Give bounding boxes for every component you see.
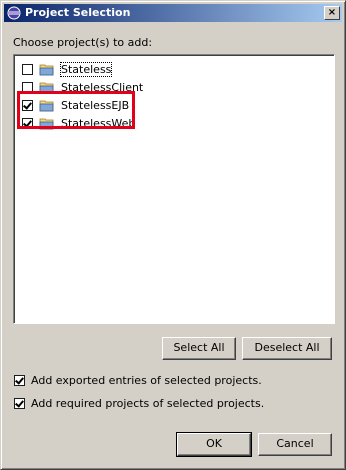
dialog-title: Project Selection <box>25 6 131 19</box>
ok-label: OK <box>206 437 222 450</box>
highlight-annotation-box <box>17 91 135 129</box>
select-all-button[interactable]: Select All <box>162 337 236 360</box>
cancel-label: Cancel <box>276 437 314 450</box>
ok-button[interactable]: OK <box>176 432 252 457</box>
deselect-all-label: Deselect All <box>254 341 320 354</box>
close-icon: × <box>327 7 337 18</box>
list-item[interactable]: Stateless <box>22 60 113 78</box>
folder-icon <box>39 64 54 75</box>
add-exported-label: Add exported entries of selected project… <box>31 374 262 387</box>
option-row[interactable]: Add exported entries of selected project… <box>14 374 262 387</box>
add-required-checkbox[interactable] <box>14 398 25 409</box>
eclipse-icon <box>7 6 21 20</box>
select-all-label: Select All <box>173 341 225 354</box>
list-label: Choose project(s) to add: <box>13 36 153 49</box>
close-button[interactable]: × <box>324 6 340 20</box>
project-label: Stateless <box>59 61 113 77</box>
cancel-button[interactable]: Cancel <box>258 433 332 456</box>
project-selection-dialog: Project Selection × Choose project(s) to… <box>0 0 346 470</box>
add-required-label: Add required projects of selected projec… <box>31 397 265 410</box>
title-bar[interactable]: Project Selection × <box>4 4 342 22</box>
project-checkbox[interactable] <box>22 63 33 75</box>
option-row[interactable]: Add required projects of selected projec… <box>14 397 264 410</box>
add-exported-checkbox[interactable] <box>14 375 25 386</box>
deselect-all-button[interactable]: Deselect All <box>242 337 332 360</box>
